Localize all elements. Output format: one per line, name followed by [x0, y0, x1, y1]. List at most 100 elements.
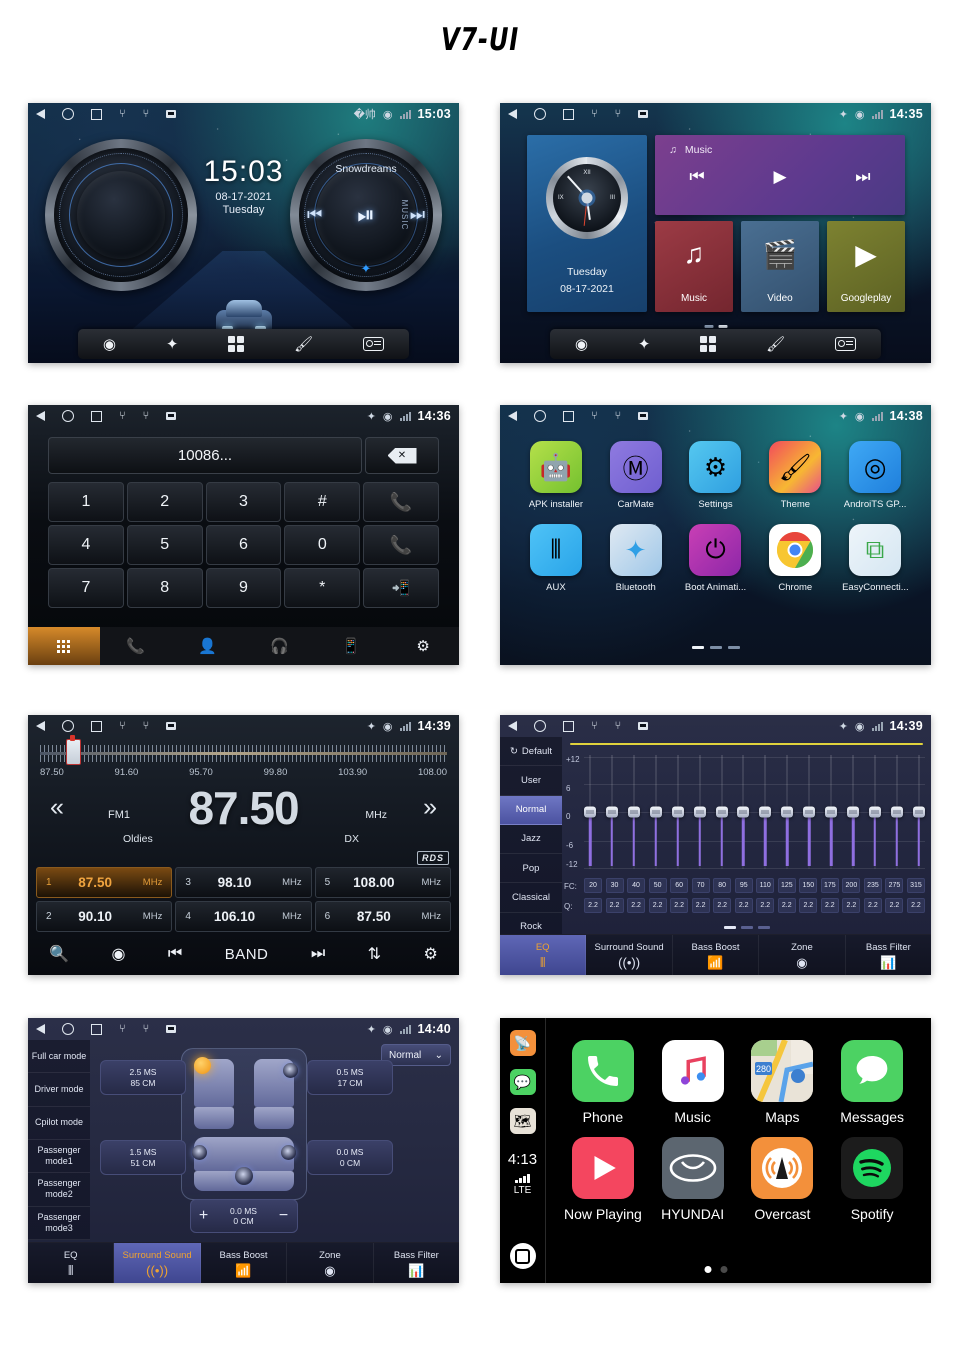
delay-stepper[interactable]: + 0.0 MS 0 CM −	[189, 1199, 298, 1233]
slider-thumb[interactable]	[868, 806, 881, 818]
panel-carplay[interactable]: 📡 💬 🗺 4:13 LTE Phone Music 280 Maps Mess…	[500, 1018, 931, 1283]
end-call-button[interactable]: 📞	[363, 525, 439, 565]
app-carmate[interactable]: Ⓜ CarMate	[596, 441, 676, 510]
surround-mode-list[interactable]: Full car mode Driver mode Cpilot mode Pa…	[28, 1040, 90, 1240]
recents-square-icon[interactable]	[91, 720, 102, 732]
speaker-rear-left[interactable]	[191, 1145, 207, 1160]
slider-thumb[interactable]	[803, 806, 816, 818]
eq-band-slider[interactable]	[759, 755, 772, 869]
panel-surround-sound[interactable]: ⑂ ⑂ ✦ ◉ 14:40 Full car mode Driver mode …	[28, 1018, 459, 1283]
tab-zone[interactable]: Zone ◉	[759, 935, 846, 975]
carplay-sidebar[interactable]: 📡 💬 🗺 4:13 LTE	[500, 1018, 546, 1283]
q-value[interactable]: 2.2	[584, 898, 602, 913]
q-value[interactable]: 2.2	[605, 898, 624, 913]
mode-passenger-3[interactable]: Passenger mode3	[28, 1207, 90, 1240]
home-circle-icon[interactable]	[534, 108, 546, 120]
q-value[interactable]: 2.2	[777, 898, 796, 913]
tile-music[interactable]: ♫ Music	[655, 221, 733, 312]
messages-icon[interactable]: 💬	[509, 1069, 536, 1095]
slider-thumb[interactable]	[759, 806, 772, 818]
fc-value[interactable]: 275	[885, 878, 904, 893]
key-6[interactable]: 6	[205, 525, 282, 565]
panel-equalizer[interactable]: ⑂ ⑂ ✦ ◉ 14:39 ↻ Default User Normal Jazz…	[500, 715, 931, 975]
nav-buttons[interactable]: ⑂ ⑂	[36, 1023, 177, 1035]
theme-brush-icon[interactable]: 🖌	[766, 337, 785, 352]
volume-knob[interactable]	[45, 139, 197, 291]
q-value[interactable]: 2.2	[842, 898, 861, 913]
eq-band-slider[interactable]	[671, 755, 684, 869]
equalizer-icon[interactable]: ⇅	[368, 944, 381, 964]
delay-front-right[interactable]: 0.5 MS 17 CM	[307, 1060, 393, 1095]
nav-buttons[interactable]: ⑂ ⑂	[36, 410, 177, 422]
fc-value[interactable]: 70	[691, 878, 710, 893]
tune-up-button[interactable]: »	[423, 793, 437, 822]
home-circle-icon[interactable]	[534, 720, 546, 732]
eq-preset-classical[interactable]: Classical	[500, 883, 562, 913]
mode-passenger-1[interactable]: Passenger mode1	[28, 1140, 90, 1174]
q-value[interactable]: 2.2	[734, 898, 753, 913]
carplay-app-overcast[interactable]: Overcast	[738, 1137, 828, 1222]
key-hash[interactable]: #	[284, 482, 361, 522]
fc-value[interactable]: 125	[777, 878, 796, 893]
fc-value[interactable]: 110	[756, 878, 775, 893]
eq-band-slider[interactable]	[627, 755, 640, 869]
eq-band-slider[interactable]	[649, 755, 662, 869]
theme-brush-icon[interactable]: 🖌	[294, 337, 313, 352]
back-triangle-icon[interactable]	[36, 109, 45, 119]
bluetooth-icon[interactable]: ✦	[638, 337, 651, 352]
tab-surround-sound[interactable]: Surround Sound ((•))	[114, 1243, 201, 1283]
eq-band-slider[interactable]	[868, 755, 881, 869]
play-button[interactable]: ▶	[773, 167, 786, 187]
nav-buttons[interactable]: ⑂ ⑂	[508, 410, 649, 422]
eq-preset-pop[interactable]: Pop	[500, 854, 562, 884]
fc-value[interactable]: 20	[584, 878, 602, 893]
increase-button[interactable]: +	[191, 1207, 217, 1225]
fc-values-row[interactable]: 20 30 40 50 60 70 80 95 110 125 150 175 …	[584, 878, 925, 893]
listening-position-marker[interactable]	[193, 1057, 211, 1074]
eq-band-slider[interactable]	[605, 755, 618, 869]
key-0[interactable]: 0	[284, 525, 361, 565]
panel-app-drawer[interactable]: ⑂ ⑂ ✦ ◉ 14:38 🤖 APK installer Ⓜ CarMate …	[500, 405, 931, 665]
key-4[interactable]: 4	[48, 525, 124, 565]
seat-rear-bench[interactable]	[193, 1137, 294, 1171]
tab-contacts[interactable]: 👤	[172, 627, 244, 665]
q-value[interactable]: 2.2	[863, 898, 882, 913]
dialed-number[interactable]: 10086...	[48, 437, 362, 474]
q-value[interactable]: 2.2	[756, 898, 775, 913]
tab-eq[interactable]: EQ ⦀	[28, 1243, 115, 1283]
preset-2[interactable]: 2 90.10 MHz	[36, 901, 173, 932]
tab-bass-filter[interactable]: Bass Filter 📊	[374, 1243, 459, 1283]
settings-gear-icon[interactable]: ⚙	[423, 944, 437, 964]
preset-1[interactable]: 1 87.50 MHz	[36, 867, 173, 898]
key-2[interactable]: 2	[126, 482, 203, 522]
eq-preset-user[interactable]: User	[500, 766, 562, 796]
q-value[interactable]: 2.2	[648, 898, 667, 913]
mode-driver[interactable]: Driver mode	[28, 1073, 90, 1107]
decrease-button[interactable]: −	[271, 1207, 297, 1225]
fc-value[interactable]: 200	[842, 878, 861, 893]
fc-value[interactable]: 175	[820, 878, 839, 893]
navigation-icon[interactable]: ◉	[103, 337, 116, 352]
fc-value[interactable]: 235	[863, 878, 882, 893]
eq-preset-default[interactable]: ↻ Default	[500, 737, 562, 767]
carplay-app-messages[interactable]: Messages	[827, 1040, 917, 1125]
speaker-front-right[interactable]	[282, 1063, 298, 1078]
mode-passenger-2[interactable]: Passenger mode2	[28, 1173, 90, 1207]
eq-band-slider[interactable]	[584, 755, 596, 869]
clock-widget-tile[interactable]: XII III IX Tuesday 08-17-2021	[527, 135, 647, 312]
tab-surround-sound[interactable]: Surround Sound ((•))	[586, 935, 673, 975]
fc-value[interactable]: 80	[713, 878, 732, 893]
eq-preset-list[interactable]: ↻ Default User Normal Jazz Pop Classical…	[500, 737, 562, 942]
app-grid[interactable]: 🤖 APK installer Ⓜ CarMate ⚙ Settings 🖌 T…	[516, 441, 915, 593]
q-value[interactable]: 2.2	[670, 898, 689, 913]
mode-cpilot[interactable]: Cpilot mode	[28, 1107, 90, 1140]
app-chrome[interactable]: Chrome	[755, 524, 835, 593]
cabin-diagram[interactable]	[180, 1048, 307, 1200]
carplay-app-music[interactable]: Music	[648, 1040, 738, 1125]
search-icon[interactable]: 🔍	[49, 944, 69, 964]
preset-4[interactable]: 4 106.10 MHz	[175, 901, 312, 932]
recents-square-icon[interactable]	[563, 410, 574, 422]
key-5[interactable]: 5	[126, 525, 203, 565]
key-1[interactable]: 1	[48, 482, 124, 522]
eq-band-slider[interactable]	[781, 755, 794, 869]
